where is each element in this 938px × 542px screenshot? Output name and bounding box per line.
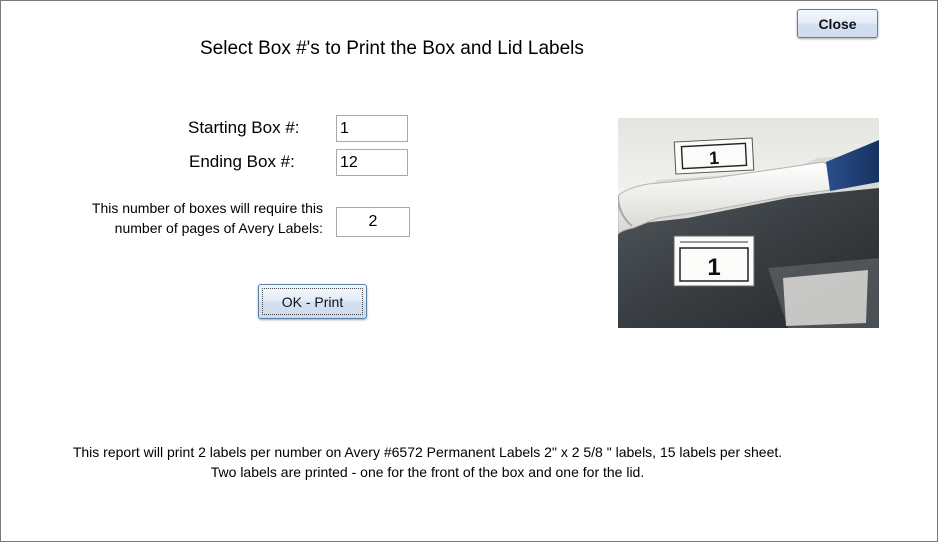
page-title: Select Box #'s to Print the Box and Lid …	[200, 38, 584, 59]
close-button[interactable]: Close	[797, 9, 878, 38]
starting-box-input[interactable]	[336, 115, 408, 142]
storage-box-photo: 1 1	[618, 118, 879, 328]
footer-note: This report will print 2 labels per numb…	[1, 442, 854, 482]
pages-required-label-line2: number of pages of Avery Labels:	[114, 220, 323, 236]
footer-line-1: This report will print 2 labels per numb…	[72, 444, 783, 460]
starting-box-label: Starting Box #:	[188, 118, 300, 137]
lid-label-number: 1	[709, 148, 720, 168]
ok-print-button[interactable]: OK - Print	[258, 284, 367, 319]
footer-line-2: Two labels are printed - one for the fro…	[210, 464, 645, 480]
pages-required-label: This number of boxes will require this n…	[41, 198, 323, 238]
pages-required-label-line1: This number of boxes will require this	[91, 200, 323, 216]
dialog-window: Close Select Box #'s to Print the Box an…	[0, 0, 938, 542]
ending-box-label: Ending Box #:	[189, 152, 295, 171]
box-label-number: 1	[707, 254, 720, 281]
ok-print-button-label: OK - Print	[281, 293, 344, 310]
box-label: 1	[673, 235, 755, 287]
ending-box-input[interactable]	[336, 149, 408, 176]
lid-label: 1	[673, 137, 755, 175]
pages-required-value: 2	[336, 207, 410, 237]
